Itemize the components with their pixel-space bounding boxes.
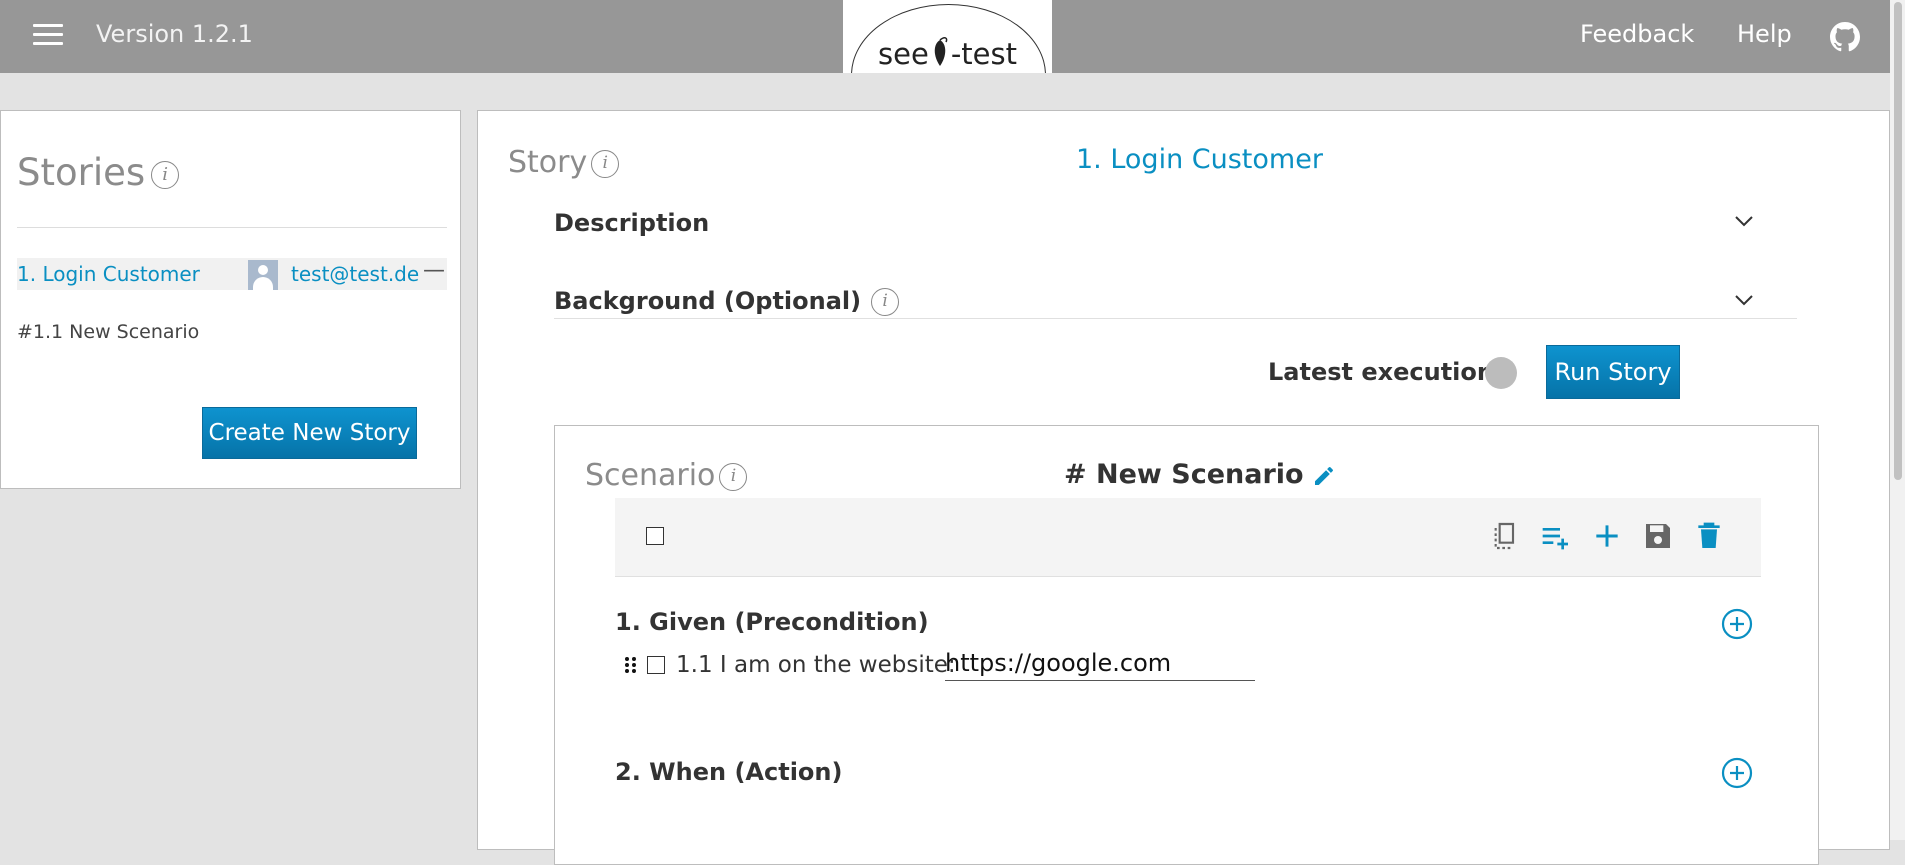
given-section-header: 1. Given (Precondition) (615, 608, 929, 636)
step-checkbox[interactable] (647, 656, 665, 674)
seed-icon (934, 37, 948, 66)
trash-icon[interactable] (1693, 520, 1725, 552)
chevron-down-icon[interactable] (1734, 211, 1754, 231)
info-icon[interactable]: i (719, 462, 748, 491)
version-label: Version 1.2.1 (96, 20, 253, 48)
info-icon[interactable]: i (871, 288, 900, 316)
execution-status-indicator (1485, 357, 1517, 389)
add-step-plus-circle-icon[interactable] (1721, 757, 1753, 789)
chevron-down-icon[interactable] (1734, 290, 1754, 310)
scenario-heading: Scenario i (585, 458, 748, 493)
save-icon[interactable] (1642, 520, 1674, 552)
add-to-list-icon[interactable] (1540, 520, 1572, 552)
scenario-card: Scenario i # New Scenario 1. Given (Preco… (554, 425, 1819, 865)
info-icon[interactable]: i (591, 149, 620, 178)
github-icon[interactable] (1830, 22, 1860, 52)
story-list-item[interactable]: 1. Login Customer test@test.de — (17, 258, 447, 290)
step-text: 1.1 I am on the website: (676, 652, 956, 678)
top-bar: Version 1.2.1 see -test Feedback Help (0, 0, 1905, 73)
description-header[interactable]: Description (554, 209, 709, 237)
stories-sidebar: Stories i 1. Login Customer test@test.de … (0, 110, 461, 489)
info-icon[interactable]: i (151, 160, 180, 189)
divider (17, 227, 447, 228)
divider (554, 318, 1797, 319)
story-assignee: test@test.de (291, 262, 420, 286)
page-scrollbar-thumb[interactable] (1894, 2, 1902, 480)
help-link[interactable]: Help (1737, 20, 1792, 48)
latest-execution-label: Latest execution: (1268, 358, 1504, 386)
select-all-checkbox[interactable] (646, 527, 664, 545)
collapse-story-button[interactable]: — (423, 258, 445, 283)
background-header[interactable]: Background (Optional) i (554, 287, 900, 316)
run-story-button[interactable]: Run Story (1546, 345, 1680, 399)
story-title[interactable]: 1. Login Customer (1076, 144, 1323, 175)
feedback-link[interactable]: Feedback (1580, 20, 1694, 48)
edit-pencil-icon[interactable] (1312, 464, 1336, 488)
create-new-story-button[interactable]: Create New Story (202, 407, 417, 459)
plus-icon[interactable] (1591, 520, 1623, 552)
scenario-toolbar (615, 498, 1761, 577)
avatar-icon (248, 260, 278, 290)
add-step-plus-circle-icon[interactable] (1721, 608, 1753, 640)
scenario-title: # New Scenario (1064, 459, 1336, 490)
when-section-header: 2. When (Action) (615, 758, 843, 786)
step-value-input[interactable] (945, 646, 1255, 681)
stories-heading: Stories i (17, 151, 180, 194)
drag-handle-icon[interactable] (623, 655, 639, 675)
story-heading: Story i (508, 145, 620, 180)
copy-icon[interactable] (1489, 520, 1521, 552)
seed-test-logo[interactable]: see -test (843, 0, 1052, 73)
story-link[interactable]: 1. Login Customer (17, 262, 200, 286)
menu-icon[interactable] (33, 24, 63, 48)
story-editor: Story i 1. Login Customer Description Bac… (477, 110, 1890, 865)
scenario-list-item[interactable]: #1.1 New Scenario (17, 321, 199, 343)
